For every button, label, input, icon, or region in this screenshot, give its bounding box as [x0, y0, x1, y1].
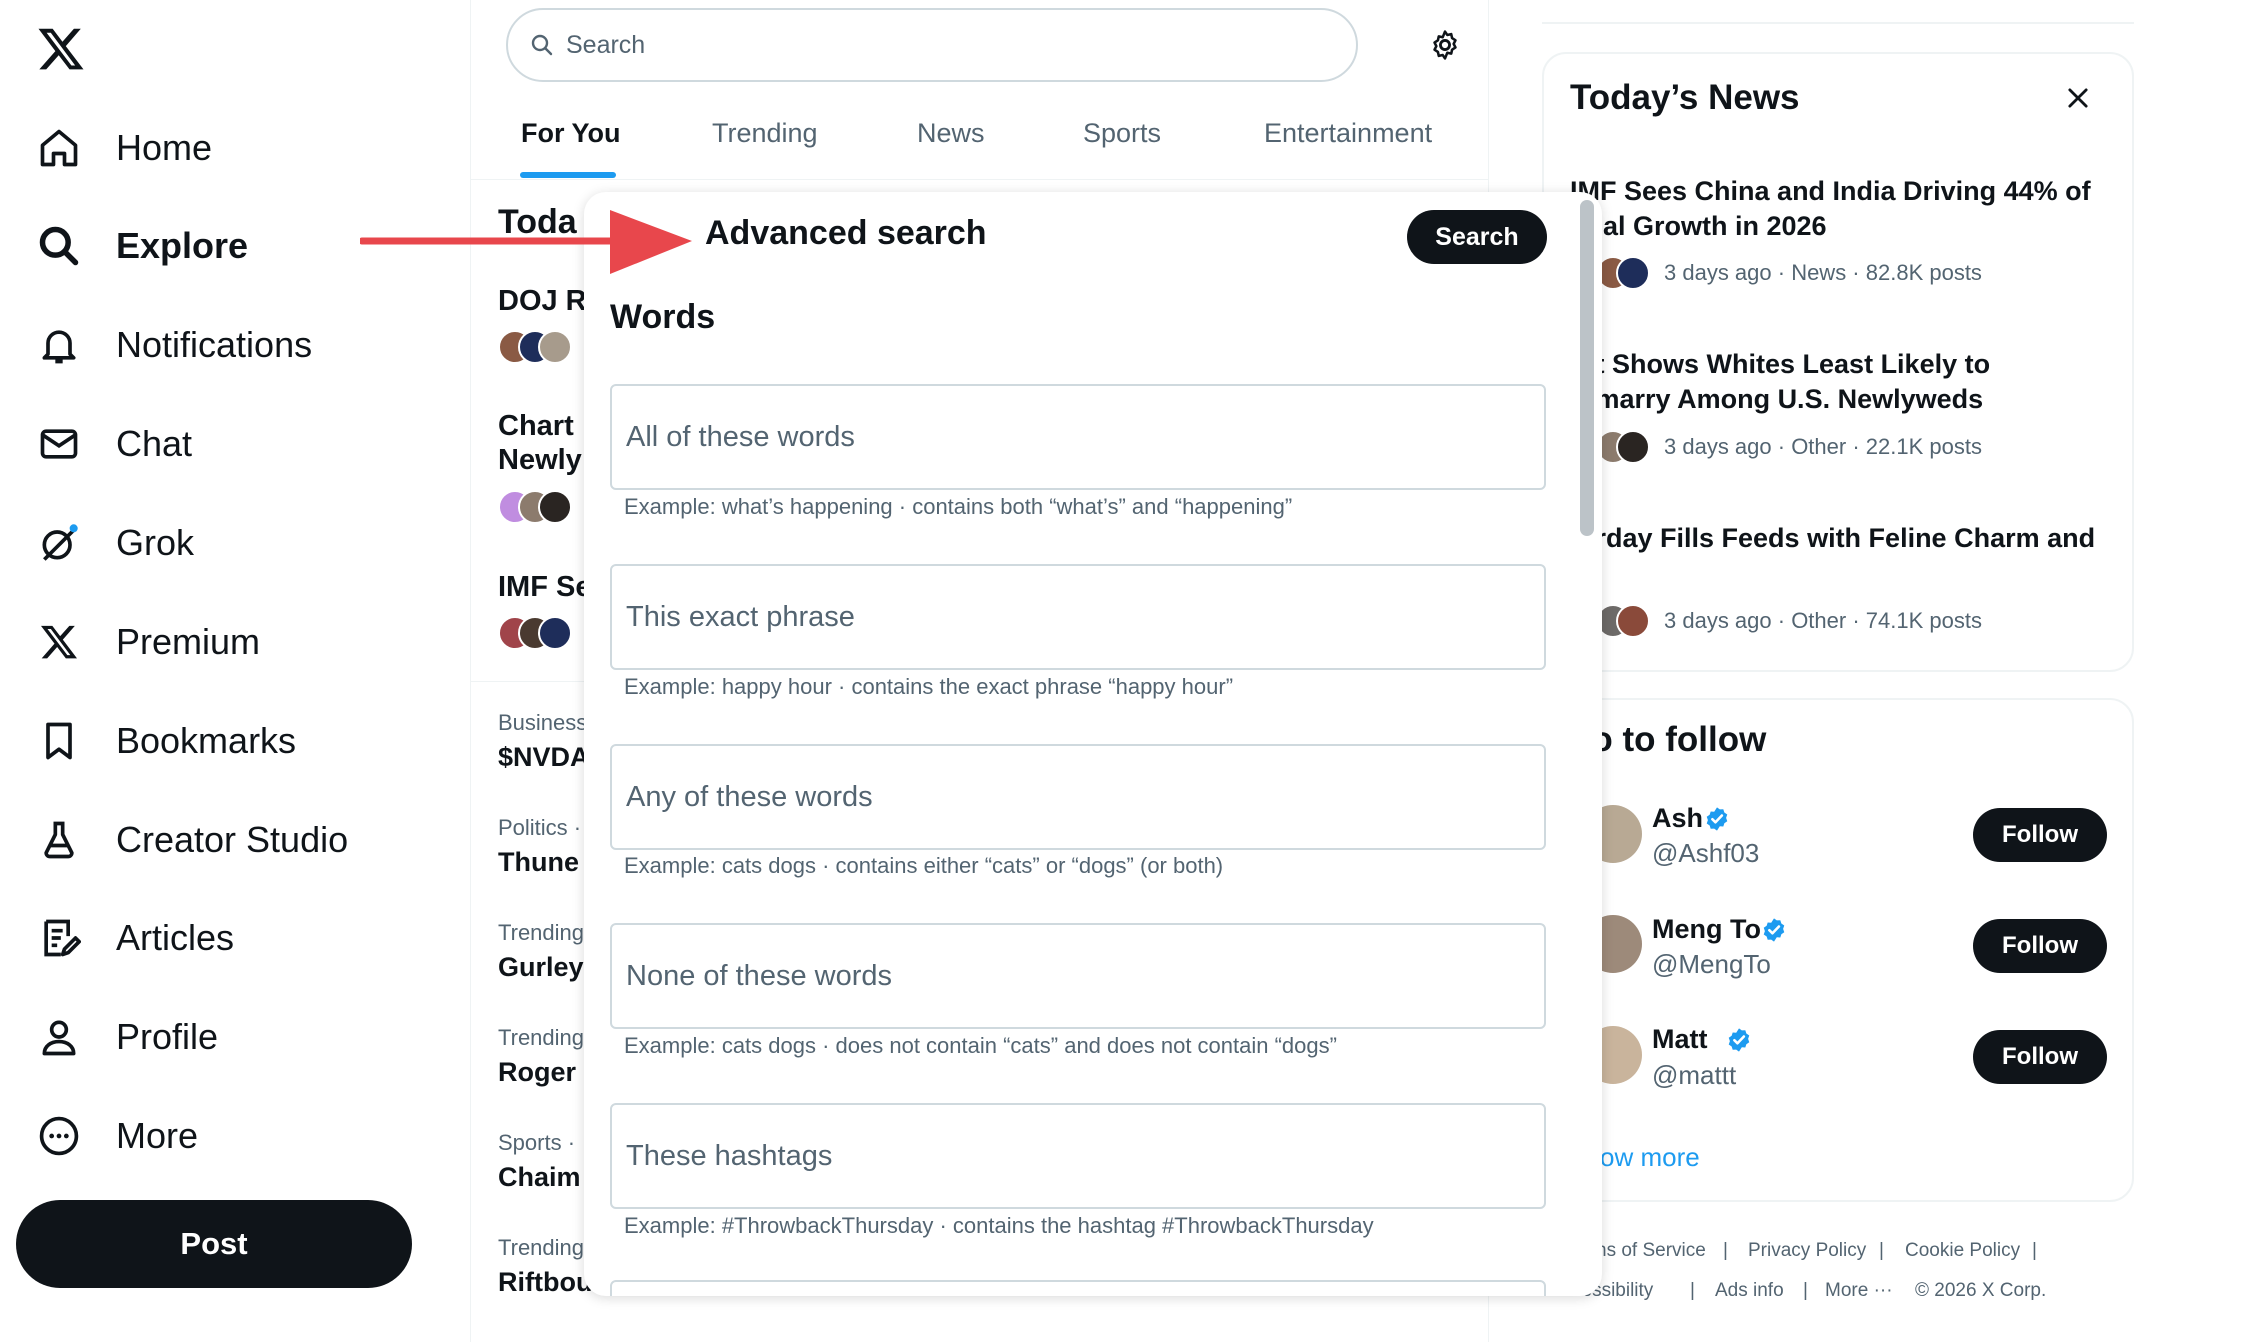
- exact-phrase-help: Example: happy hour · contains the exact…: [624, 674, 1234, 699]
- none-words-field[interactable]: None of these words: [610, 923, 1546, 1029]
- words-section-heading: Words: [610, 298, 716, 336]
- annotation-arrow-icon: [360, 206, 696, 276]
- advanced-search-dialog: Advanced search Search Words All of thes…: [584, 192, 1602, 1296]
- modal-scrollbar[interactable]: [1580, 200, 1594, 536]
- hashtags-field[interactable]: These hashtags: [610, 1103, 1546, 1209]
- exact-phrase-field[interactable]: This exact phrase: [610, 564, 1546, 670]
- none-words-help: Example: cats dogs · does not contain “c…: [624, 1033, 1337, 1058]
- hashtags-help: Example: #ThrowbackThursday · contains t…: [624, 1213, 1374, 1238]
- next-field-partial[interactable]: [610, 1280, 1546, 1296]
- any-words-field[interactable]: Any of these words: [610, 744, 1546, 850]
- advanced-search-submit-button[interactable]: Search: [1407, 210, 1547, 264]
- any-words-help: Example: cats dogs · contains either “ca…: [624, 853, 1224, 878]
- advanced-search-title: Advanced search: [705, 214, 987, 252]
- all-words-help: Example: what’s happening · contains bot…: [624, 494, 1293, 519]
- all-words-field[interactable]: All of these words: [610, 384, 1546, 490]
